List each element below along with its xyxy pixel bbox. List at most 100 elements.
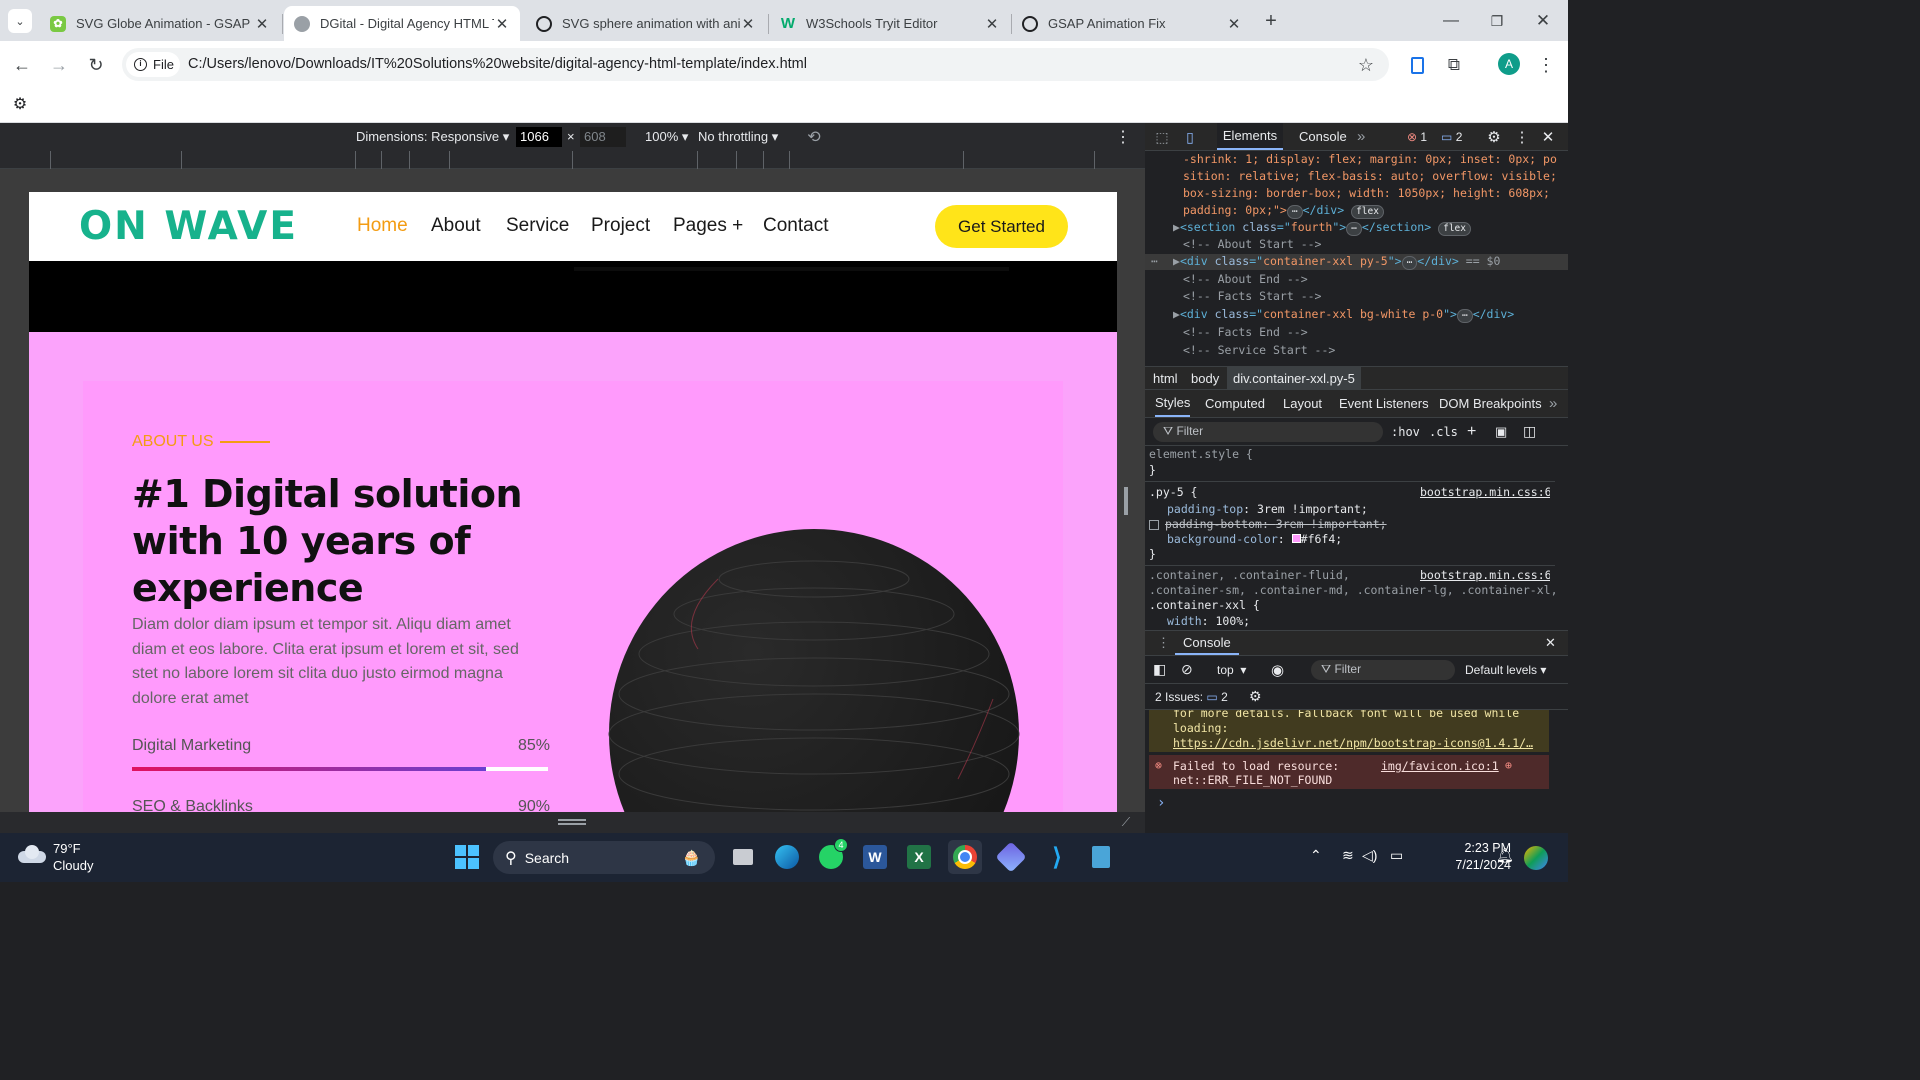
minimize-icon[interactable]: — [1438, 8, 1464, 34]
close-icon[interactable]: ✕ [254, 15, 270, 33]
log-levels-dropdown[interactable]: Default levels ▾ [1465, 656, 1546, 683]
container-selector[interactable]: .container-sm, .container-md, .container… [1149, 583, 1559, 597]
dom-line[interactable]: box-sizing: border-box; width: 1050px; h… [1183, 186, 1593, 200]
console-prompt[interactable]: › [1157, 795, 1165, 811]
element-style-rule[interactable]: element.style { [1149, 447, 1559, 461]
tab-console[interactable]: Console [1299, 123, 1347, 150]
prop-width[interactable]: width: 100%; [1167, 614, 1577, 628]
url-text[interactable]: C:/Users/lenovo/Downloads/IT%20Solutions… [188, 56, 807, 72]
restore-icon[interactable]: ❐ [1484, 8, 1510, 34]
nav-service[interactable]: Service [506, 215, 569, 237]
excel-icon[interactable]: X [902, 840, 936, 874]
resize-corner-icon[interactable]: ⟋ [1118, 814, 1134, 830]
profile-avatar[interactable]: A [1498, 53, 1520, 75]
tab-elements[interactable]: Elements [1217, 123, 1283, 150]
task-view-icon[interactable] [726, 840, 760, 874]
dom-section-line[interactable]: ▶<section class="fourth"> ⋯ </section> fle… [1173, 220, 1583, 236]
context-selector[interactable]: top ▾ [1217, 656, 1246, 683]
windows-start-icon[interactable] [450, 840, 484, 874]
clear-console-icon[interactable]: ⊘ [1181, 656, 1193, 683]
chevron-up-icon[interactable]: ⌃ [1310, 847, 1322, 864]
tab-styles[interactable]: Styles [1155, 390, 1191, 417]
close-icon[interactable]: ✕ [1226, 15, 1242, 33]
cls-toggle[interactable]: .cls [1429, 418, 1458, 445]
tab-svg-globe[interactable]: ✿ SVG Globe Animation - GSAP - ✕ [40, 6, 280, 41]
dom-comment[interactable]: <!-- About Start --> [1183, 237, 1593, 251]
copilot-icon[interactable] [1524, 846, 1548, 870]
new-tab-icon[interactable]: + [1258, 8, 1284, 34]
network-icon[interactable]: ⊕ [1505, 758, 1512, 772]
forward-icon[interactable]: → [47, 53, 71, 77]
prop-background-color[interactable]: background-color: #f6f4; [1167, 532, 1577, 546]
devtools-menu-icon[interactable]: ⋮ [1513, 128, 1531, 146]
tab-search-icon[interactable]: ⌄ [8, 9, 32, 33]
close-icon[interactable]: ✕ [740, 15, 756, 33]
settings-gear-icon[interactable]: ⚙ [1485, 128, 1503, 146]
paint-icon[interactable]: ▣ [1495, 418, 1507, 445]
resize-handle-bottom[interactable] [558, 819, 586, 825]
taskbar-search[interactable]: ⚲ Search 🧁 [493, 841, 715, 874]
battery-icon[interactable]: ▭ [1390, 847, 1403, 864]
menu-icon[interactable]: ⋮ [1536, 53, 1556, 77]
console-settings-icon[interactable]: ⚙ [1249, 684, 1262, 709]
address-bar[interactable]: i File C:/Users/lenovo/Downloads/IT%20So… [122, 48, 1389, 81]
weather-temp[interactable]: 79°F [53, 841, 81, 856]
dom-comment[interactable]: <!-- About End --> [1183, 272, 1593, 286]
site-logo[interactable]: ON WAVE [79, 204, 298, 249]
rotate-icon[interactable]: ⟲ [803, 126, 825, 148]
container-selector[interactable]: .container-xxl { [1149, 598, 1559, 612]
tab-w3schools[interactable]: W W3Schools Tryit Editor ✕ [770, 6, 1010, 41]
resize-handle-right[interactable] [1124, 487, 1128, 515]
favicon-source-link[interactable]: img/favicon.ico:1 [1381, 759, 1499, 773]
dom-line[interactable]: padding: 0px;"> ⋯ </div> flex [1183, 203, 1593, 219]
reload-icon[interactable]: ↻ [84, 53, 108, 77]
height-input[interactable]: 608 [580, 127, 626, 147]
notepad-icon[interactable] [1084, 840, 1118, 874]
gear-icon[interactable]: ⚙ [10, 94, 30, 114]
power-automate-icon[interactable] [994, 840, 1028, 874]
dom-selected-line[interactable]: ⋯ ▶<div class="container-xxl py-5"> ⋯ </div… [1145, 254, 1568, 270]
dom-comment[interactable]: <!-- Facts Start --> [1183, 289, 1593, 303]
live-expression-icon[interactable]: ◉ [1271, 656, 1284, 683]
more-options-icon[interactable]: ⋮ [1114, 126, 1132, 148]
container-source-link[interactable]: bootstrap.min.css:6 [1420, 568, 1550, 582]
nav-pages[interactable]: Pages + [673, 215, 743, 237]
flex-badge[interactable]: flex [1351, 205, 1384, 219]
dimensions-dropdown[interactable]: Dimensions: Responsive ▾ [356, 129, 509, 145]
whatsapp-icon[interactable]: 4 [814, 838, 848, 874]
devtools-close-icon[interactable]: ✕ [1539, 128, 1557, 146]
new-rule-icon[interactable]: + [1467, 418, 1476, 445]
extensions-icon[interactable]: ⧉ [1442, 53, 1466, 77]
close-icon[interactable]: ✕ [984, 15, 1000, 33]
window-close-icon[interactable]: ✕ [1530, 8, 1556, 34]
drawer-menu-icon[interactable]: ⋮ [1157, 631, 1170, 655]
wifi-icon[interactable]: ≋ [1342, 847, 1354, 864]
more-tabs-icon[interactable]: » [1549, 390, 1557, 417]
bookmark-star-icon[interactable]: ☆ [1354, 53, 1378, 77]
sidebar-toggle-icon[interactable]: ◫ [1523, 418, 1536, 445]
checkbox[interactable] [1149, 519, 1159, 530]
tab-layout[interactable]: Layout [1283, 390, 1322, 417]
device-toggle-icon[interactable]: ▯ [1181, 128, 1199, 146]
drawer-tab-console[interactable]: Console [1175, 631, 1239, 655]
more-tabs-icon[interactable]: » [1357, 123, 1365, 150]
vscode-icon[interactable]: ⟩ [1040, 840, 1074, 874]
edge-icon[interactable] [770, 840, 804, 874]
chrome-icon[interactable] [948, 840, 982, 874]
tab-computed[interactable]: Computed [1205, 390, 1265, 417]
dom-line[interactable]: -shrink: 1; display: flex; margin: 0px; … [1183, 152, 1593, 166]
tab-event-listeners[interactable]: Event Listeners [1339, 390, 1429, 417]
weather-desc[interactable]: Cloudy [53, 858, 93, 873]
close-icon[interactable]: ✕ [494, 15, 510, 33]
volume-icon[interactable]: ◁) [1362, 847, 1377, 864]
breadcrumb-selected[interactable]: div.container-xxl.py-5 [1227, 367, 1361, 389]
word-icon[interactable]: W [858, 840, 892, 874]
inspect-icon[interactable]: ⬚ [1153, 128, 1171, 146]
console-sidebar-icon[interactable]: ◧ [1153, 656, 1166, 683]
breadcrumb-body[interactable]: body [1191, 367, 1219, 389]
prop-padding-bottom[interactable]: padding-bottom: 3rem !important; [1149, 517, 1559, 531]
site-info-chip[interactable]: i File [126, 52, 180, 77]
tab-gsap-fix[interactable]: GSAP Animation Fix ✕ [1012, 6, 1252, 41]
phone-link-icon[interactable] [1405, 53, 1429, 77]
back-icon[interactable]: ← [10, 53, 34, 77]
